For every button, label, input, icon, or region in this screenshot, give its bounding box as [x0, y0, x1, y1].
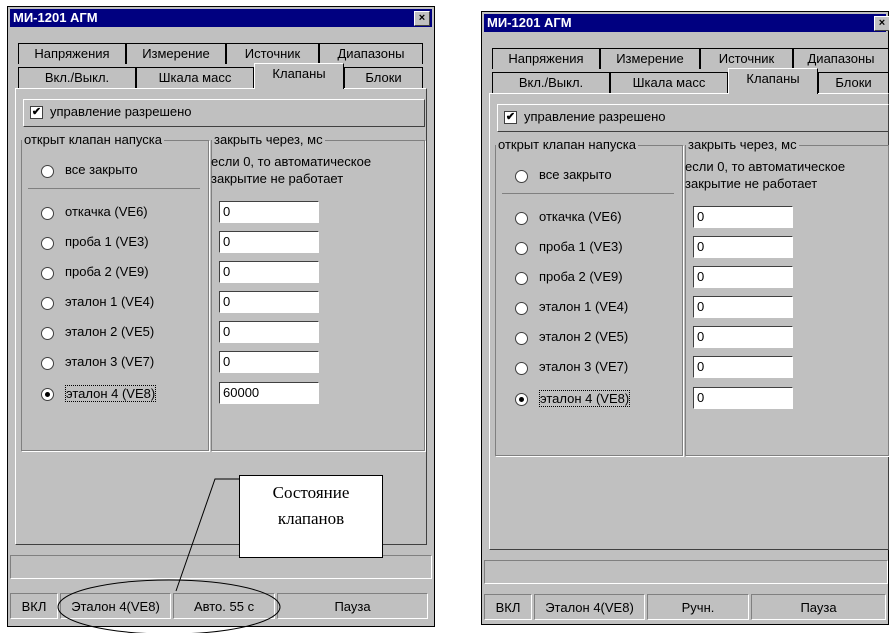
tab-valves[interactable]: Клапаны: [254, 63, 344, 89]
tab-valves[interactable]: Клапаны: [728, 68, 818, 94]
annotation-pointer-line: [175, 478, 239, 592]
annotation-graphics: [57, 478, 281, 633]
annotation-ellipse: [57, 579, 281, 633]
